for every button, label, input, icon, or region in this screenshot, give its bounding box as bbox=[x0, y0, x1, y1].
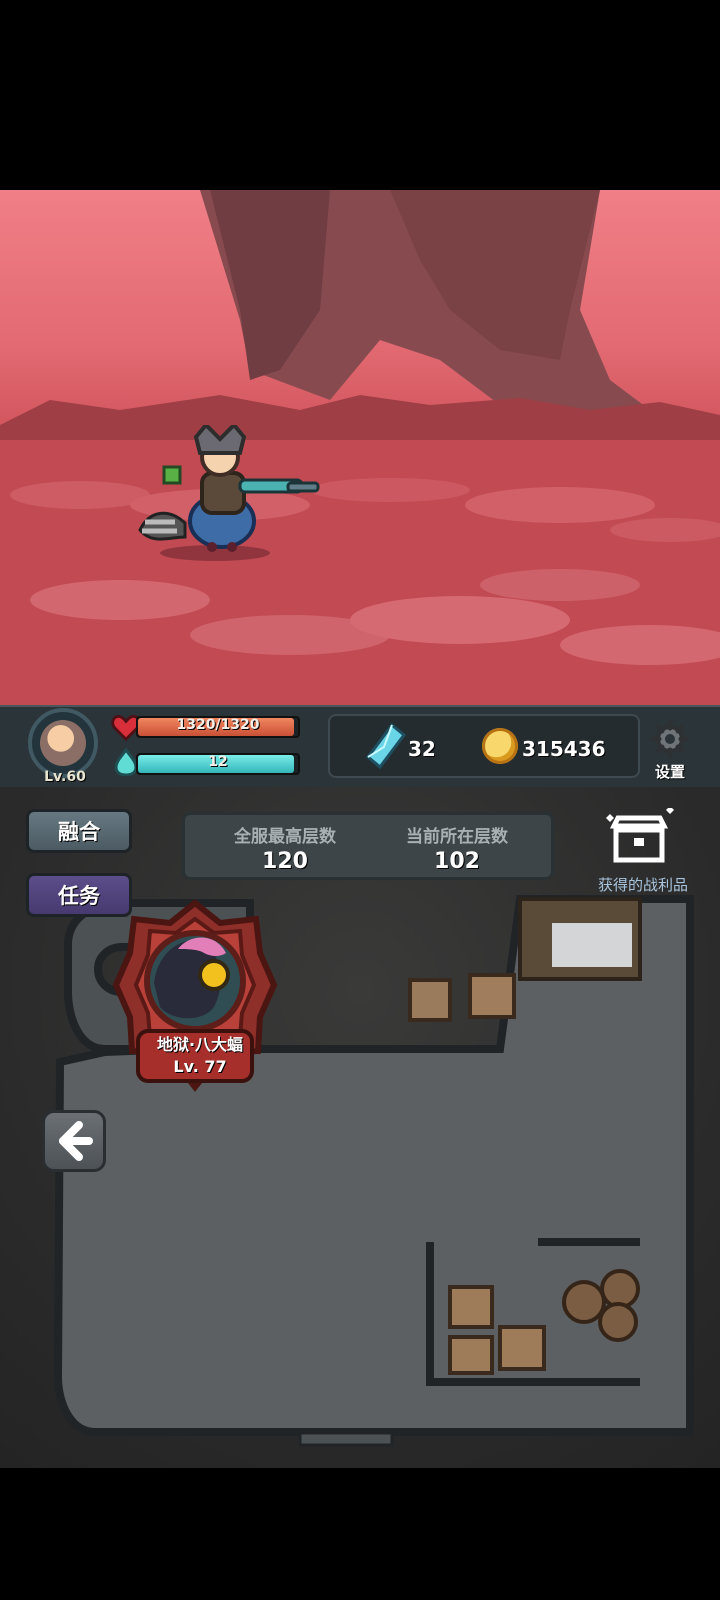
hero-character bbox=[138, 425, 320, 561]
coin-count: 315436 bbox=[522, 737, 606, 761]
gem-icon bbox=[365, 723, 406, 769]
server-best-floor-label: 全服最高层数 bbox=[234, 827, 336, 847]
mp-text: 12 bbox=[208, 754, 228, 770]
current-floor-label: 当前所在层数 bbox=[406, 827, 508, 847]
boss-level: Lv. 77 bbox=[173, 1057, 227, 1076]
arrow-left-icon bbox=[59, 1121, 93, 1161]
boss-name: 地狱·八大蝠 bbox=[156, 1035, 244, 1054]
back-button[interactable] bbox=[42, 1110, 106, 1172]
current-floor-value: 102 bbox=[434, 849, 480, 874]
player-avatar-image bbox=[40, 720, 86, 766]
hp-text: 1320/1320 bbox=[176, 717, 260, 733]
settings-button[interactable]: 设置 bbox=[642, 761, 698, 782]
player-level: Lv.60 bbox=[44, 769, 86, 785]
gem-count: 32 bbox=[408, 737, 436, 761]
server-best-floor-value: 120 bbox=[262, 849, 308, 874]
top-black-bar bbox=[0, 0, 720, 190]
fuse-button[interactable]: 融合 bbox=[26, 809, 132, 853]
battle-background bbox=[0, 190, 720, 705]
loot-label[interactable]: 获得的战利品 bbox=[588, 874, 698, 895]
gear-icon[interactable] bbox=[651, 720, 689, 758]
coin-icon bbox=[482, 728, 518, 764]
battle-scene bbox=[0, 190, 720, 705]
loot-chest-icon[interactable] bbox=[604, 808, 676, 868]
bottom-black-bar bbox=[0, 1468, 720, 1600]
